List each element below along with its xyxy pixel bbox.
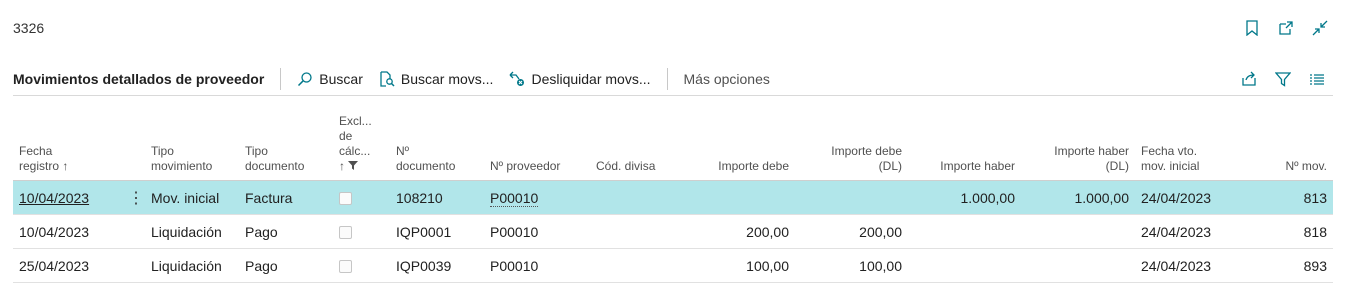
n-mov: 893 [1249,248,1333,283]
col-excluir[interactable]: Excl... de cálc... ↑ [333,105,390,181]
col-n-proveedor[interactable]: Nº proveedor [484,105,590,181]
page-title: Movimientos detallados de proveedor [13,71,265,87]
importe-debe: 200,00 [682,214,795,249]
importe-debe-dl: 200,00 [795,214,908,249]
cod-divisa [590,248,682,283]
excluir-checkbox[interactable] [333,214,390,249]
col-tipo-documento[interactable]: Tipo documento [239,105,333,181]
filter-icon [348,161,359,170]
row-menu-cell [127,214,145,249]
find-entries-label: Buscar movs... [400,71,494,87]
table-row[interactable]: 25/04/2023 Liquidación Pago IQP0039 P000… [13,248,1333,283]
col-importe-debe[interactable]: Importe debe [682,105,795,181]
find-entries-icon [380,71,395,87]
row-menu-cell [127,248,145,283]
table-row[interactable]: 10/04/2023 Liquidación Pago IQP0001 P000… [13,214,1333,249]
col-tipo-movimiento[interactable]: Tipo movimiento [145,105,239,181]
col-n-mov[interactable]: Nº mov. [1249,105,1333,181]
importe-debe: 100,00 [682,248,795,283]
col-cod-divisa[interactable]: Cód. divisa [590,105,682,181]
window-controls [1242,18,1330,38]
importe-debe-dl: 100,00 [795,248,908,283]
share-icon[interactable] [1239,69,1259,89]
importe-haber-dl [1021,248,1135,283]
excluir-checkbox[interactable] [333,248,390,283]
divider [666,68,668,90]
cod-divisa [590,214,682,249]
list-tools [1239,69,1333,89]
header-row: Fecha registro ↑ Tipo movimiento Tipo docum… [13,105,1333,181]
cod-divisa [590,180,682,215]
n-mov: 818 [1249,214,1333,249]
col-row-actions [127,105,145,181]
bookmark-icon[interactable] [1242,18,1262,38]
n-mov: 813 [1249,180,1333,215]
open-new-window-icon[interactable] [1276,18,1296,38]
n-documento: IQP0001 [390,214,484,249]
importe-debe [682,180,795,215]
tipo-movimiento: Mov. inicial [145,180,239,215]
search-button[interactable]: Buscar [289,71,371,87]
importe-haber [908,214,1021,249]
excluir-checkbox[interactable] [333,180,390,215]
col-importe-haber[interactable]: Importe haber [908,105,1021,181]
collapse-icon[interactable] [1310,18,1330,38]
importe-haber-dl: 1.000,00 [1021,180,1135,215]
search-icon [298,72,312,87]
row-menu-icon[interactable]: ⋮ [127,180,145,215]
fecha-registro[interactable]: 25/04/2023 [13,248,127,283]
col-n-documento[interactable]: Nº documento [390,105,484,181]
col-importe-haber-dl[interactable]: Importe haber (DL) [1021,105,1135,181]
unapply-entries-button[interactable]: Desliquidar movs... [501,71,658,87]
unapply-icon [509,71,525,86]
search-label: Buscar [319,71,363,87]
more-options-button[interactable]: Más opciones [676,71,778,87]
action-bar: Movimientos detallados de proveedor Busc… [13,63,1333,96]
table-row[interactable]: 10/04/2023 ⋮ Mov. inicial Factura 108210… [13,180,1333,215]
n-proveedor[interactable]: P00010 [484,248,590,283]
fecha-registro[interactable]: 10/04/2023 [13,214,127,249]
n-proveedor[interactable]: P00010 [484,180,590,215]
window-title: 3326 [13,20,45,36]
unapply-entries-label: Desliquidar movs... [531,71,651,87]
divider [280,68,282,90]
col-importe-debe-dl[interactable]: Importe debe (DL) [795,105,908,181]
n-documento: 108210 [390,180,484,215]
importe-debe-dl [795,180,908,215]
n-documento: IQP0039 [390,248,484,283]
tipo-movimiento: Liquidación [145,248,239,283]
fecha-vto: 24/04/2023 [1135,214,1249,249]
tipo-documento: Pago [239,214,333,249]
filter-icon[interactable] [1273,69,1293,89]
tipo-documento: Pago [239,248,333,283]
fecha-vto: 24/04/2023 [1135,248,1249,283]
fecha-vto: 24/04/2023 [1135,180,1249,215]
fecha-registro[interactable]: 10/04/2023 [13,180,127,215]
list-view-icon[interactable] [1307,69,1327,89]
importe-haber [908,248,1021,283]
importe-haber-dl [1021,214,1135,249]
entries-table: Fecha registro ↑ Tipo movimiento Tipo docum… [13,105,1333,283]
col-fecha-vto[interactable]: Fecha vto. mov. inicial [1135,105,1249,181]
col-fecha-registro[interactable]: Fecha registro ↑ [13,105,127,181]
importe-haber: 1.000,00 [908,180,1021,215]
n-proveedor[interactable]: P00010 [484,214,590,249]
tipo-documento: Factura [239,180,333,215]
tipo-movimiento: Liquidación [145,214,239,249]
find-entries-button[interactable]: Buscar movs... [371,71,502,87]
